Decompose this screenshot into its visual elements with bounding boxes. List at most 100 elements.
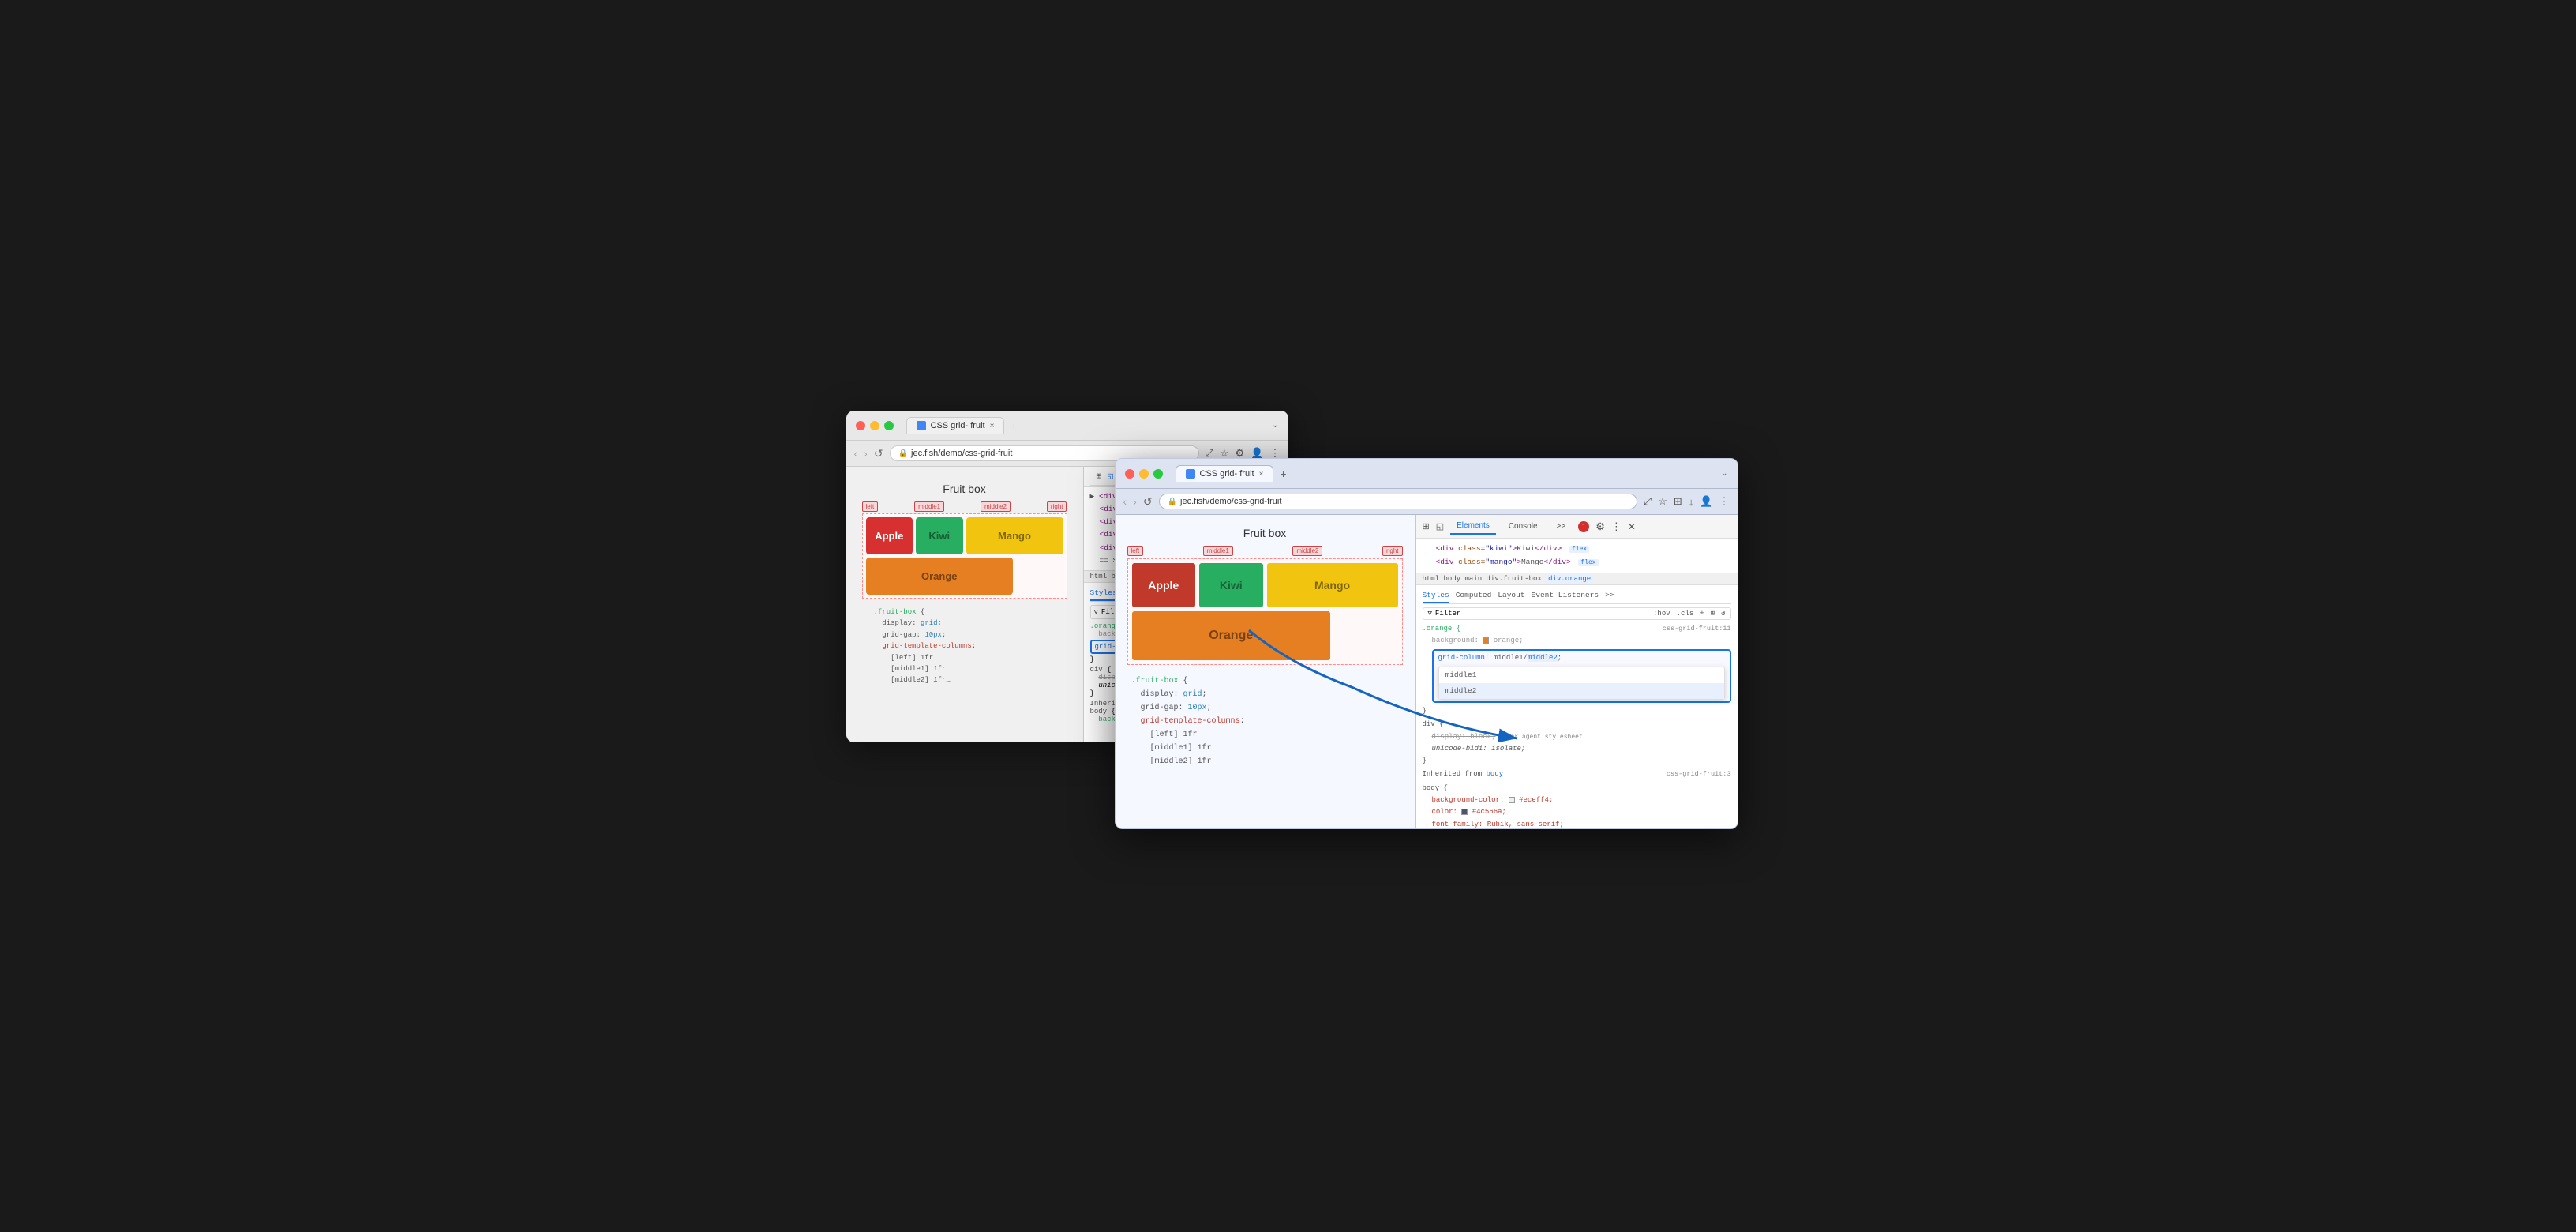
minimize-button-front[interactable] <box>1139 469 1149 479</box>
bg-orange-val: background: orange; <box>1432 637 1524 644</box>
inspector-icon-back[interactable]: ⊞ <box>1097 471 1102 482</box>
more-tabs-front[interactable]: >> <box>1550 519 1573 534</box>
devtools-top-bar-front: ⊞ ◱ Elements Console >> 1 ⚙ ⋮ ✕ <box>1416 515 1738 539</box>
cls-btn-front[interactable]: .cls <box>1677 610 1694 618</box>
screen-cast-icon-front[interactable]: ⤢ <box>1644 495 1652 508</box>
refresh-btn-front[interactable]: ↺ <box>1721 610 1725 618</box>
tab-close-front[interactable]: × <box>1259 470 1264 479</box>
tab-favicon-back <box>917 421 926 430</box>
extension-icon-front[interactable]: ⊞ <box>1674 495 1682 508</box>
bg-orange-rule: background: orange; <box>1432 635 1731 647</box>
console-tab-front[interactable]: Console <box>1502 519 1544 534</box>
orange-cell-back: Orange <box>866 558 1014 595</box>
settings-icon-front[interactable]: ⚙ <box>1595 520 1605 533</box>
layout-tab-front[interactable]: Layout <box>1498 588 1524 603</box>
front-browser-window: CSS grid- fruit × + ⌄ ‹ › ↺ 🔒 jec.fish/d… <box>1115 458 1738 829</box>
filter-icon-front: ▽ <box>1428 610 1432 618</box>
filter-text-front: Filter <box>1435 610 1460 618</box>
dropdown-middle2[interactable]: middle2 <box>1439 683 1724 699</box>
tab-title-back: CSS grid- fruit <box>931 421 985 430</box>
fruit-grid-back: Apple Kiwi Mango Orange <box>862 513 1067 599</box>
tab-title-front: CSS grid- fruit <box>1200 469 1254 479</box>
active-tab-front[interactable]: CSS grid- fruit × <box>1176 465 1274 482</box>
front-titlebar: CSS grid- fruit × + ⌄ <box>1116 459 1738 489</box>
back-nav-front[interactable]: ‹ <box>1123 495 1127 508</box>
screenshot-container: CSS grid- fruit × + ⌄ ‹ › ↺ 🔒 jec.fish/d… <box>846 411 1730 821</box>
lock-icon-back: 🔒 <box>898 449 908 458</box>
bc-main-front: main <box>1465 575 1483 583</box>
mango-flex-badge: flex <box>1578 559 1598 566</box>
error-badge-front: 1 <box>1578 521 1589 532</box>
refresh-nav-back[interactable]: ↺ <box>874 447 883 460</box>
styles-tabs-row-front: Styles Computed Layout Event Listeners >… <box>1423 588 1731 604</box>
label-middle2-front: middle2 <box>1292 546 1322 556</box>
maximize-button-front[interactable] <box>1153 469 1163 479</box>
active-tab-back[interactable]: CSS grid- fruit × <box>906 417 1005 434</box>
more-styles-tabs-front[interactable]: >> <box>1605 588 1614 603</box>
minimize-button-back[interactable] <box>870 421 879 430</box>
css-panel-back: .fruit-box { display: grid; grid-gap: 10… <box>862 599 1067 694</box>
styles-panel-front: Styles Computed Layout Event Listeners >… <box>1416 585 1738 828</box>
apple-cell-back: Apple <box>866 517 913 554</box>
page-area-front: Fruit box left middle1 middle2 right App… <box>1116 515 1415 828</box>
add-rule-btn-front[interactable]: + <box>1700 610 1704 618</box>
menu-icon-front[interactable]: ⋮ <box>1719 495 1730 508</box>
orange-close-brace: } <box>1423 705 1731 717</box>
inspector-icon-front[interactable]: ⊞ <box>1423 521 1430 531</box>
kiwi-cell-back: Kiwi <box>916 517 963 554</box>
bc-html-front: html <box>1423 575 1440 583</box>
refresh-nav-front[interactable]: ↺ <box>1143 495 1153 509</box>
devtools-close-front[interactable]: ✕ <box>1628 521 1636 532</box>
css-display-back: grid <box>921 619 938 627</box>
close-button-back[interactable] <box>856 421 865 430</box>
forward-nav-front[interactable]: › <box>1133 495 1137 508</box>
body-file-ref-front: css-grid-fruit:3 <box>1667 768 1731 779</box>
elements-icon-back[interactable]: ◱ <box>1108 471 1113 482</box>
event-listeners-tab-front[interactable]: Event Listeners <box>1532 588 1599 603</box>
picker-icon-front[interactable]: ◱ <box>1436 521 1444 531</box>
filter-bar-front[interactable]: ▽ Filter :hov .cls + ⊞ ↺ <box>1423 607 1731 620</box>
profile-icon-front[interactable]: 👤 <box>1700 495 1712 508</box>
back-titlebar: CSS grid- fruit × + ⌄ <box>846 411 1288 441</box>
maximize-button-back[interactable] <box>884 421 894 430</box>
styles-tab-back[interactable]: Styles <box>1090 586 1117 601</box>
devtools-front: ⊞ ◱ Elements Console >> 1 ⚙ ⋮ ✕ <div cla… <box>1415 515 1738 828</box>
address-bar-front[interactable]: 🔒 jec.fish/demo/css-grid-fruit <box>1159 494 1637 509</box>
label-middle1-front: middle1 <box>1203 546 1233 556</box>
fruit-grid-front: Apple Kiwi Mango Orange <box>1127 558 1403 665</box>
tab-close-back[interactable]: × <box>990 422 995 430</box>
tab-chevron-back: ⌄ <box>1272 421 1278 430</box>
html-tree-front: <div class="kiwi">Kiwi</div> flex <div c… <box>1416 539 1738 573</box>
styles-tab-front[interactable]: Styles <box>1423 588 1449 603</box>
orange-cell-front: Orange <box>1132 611 1331 660</box>
grid-col-prop-front: grid-column <box>1438 654 1485 662</box>
hov-btn-front[interactable]: :hov <box>1653 610 1670 618</box>
new-tab-back[interactable]: + <box>1011 419 1017 432</box>
front-browser-toolbar: ‹ › ↺ 🔒 jec.fish/demo/css-grid-fruit ⤢ ☆… <box>1116 489 1738 515</box>
download-icon-front[interactable]: ↓ <box>1689 496 1694 508</box>
dropdown-middle1[interactable]: middle1 <box>1439 667 1724 683</box>
bookmark-icon-front[interactable]: ☆ <box>1658 495 1667 508</box>
new-tab-front[interactable]: + <box>1280 468 1286 480</box>
forward-nav-back[interactable]: › <box>864 447 868 460</box>
tab-chevron-front: ⌄ <box>1721 469 1727 478</box>
url-back: jec.fish/demo/css-grid-fruit <box>911 449 1012 458</box>
close-button-front[interactable] <box>1125 469 1134 479</box>
mango-cell-back: Mango <box>966 517 1063 554</box>
css-gap-front: 10px <box>1188 704 1207 712</box>
elements-tab-front[interactable]: Elements <box>1450 518 1496 535</box>
front-browser-content: Fruit box left middle1 middle2 right App… <box>1116 515 1738 828</box>
apple-cell-front: Apple <box>1132 563 1196 607</box>
new-rule-btn-front[interactable]: ⊞ <box>1711 610 1715 618</box>
div-selector-front: div { <box>1423 720 1444 728</box>
label-middle1-back: middle1 <box>914 501 944 512</box>
computed-tab-front[interactable]: Computed <box>1456 588 1492 603</box>
lock-icon-front: 🔒 <box>1168 498 1177 506</box>
pseudo-buttons-front: :hov .cls + ⊞ ↺ <box>1653 610 1725 618</box>
tab-area-back: CSS grid- fruit × + ⌄ <box>906 417 1279 434</box>
devtools-menu-front[interactable]: ⋮ <box>1611 520 1622 533</box>
traffic-lights-front <box>1125 469 1163 479</box>
div-close-brace: } <box>1423 755 1731 767</box>
back-nav-back[interactable]: ‹ <box>854 447 858 460</box>
tab-area-front: CSS grid- fruit × + ⌄ <box>1176 465 1728 482</box>
